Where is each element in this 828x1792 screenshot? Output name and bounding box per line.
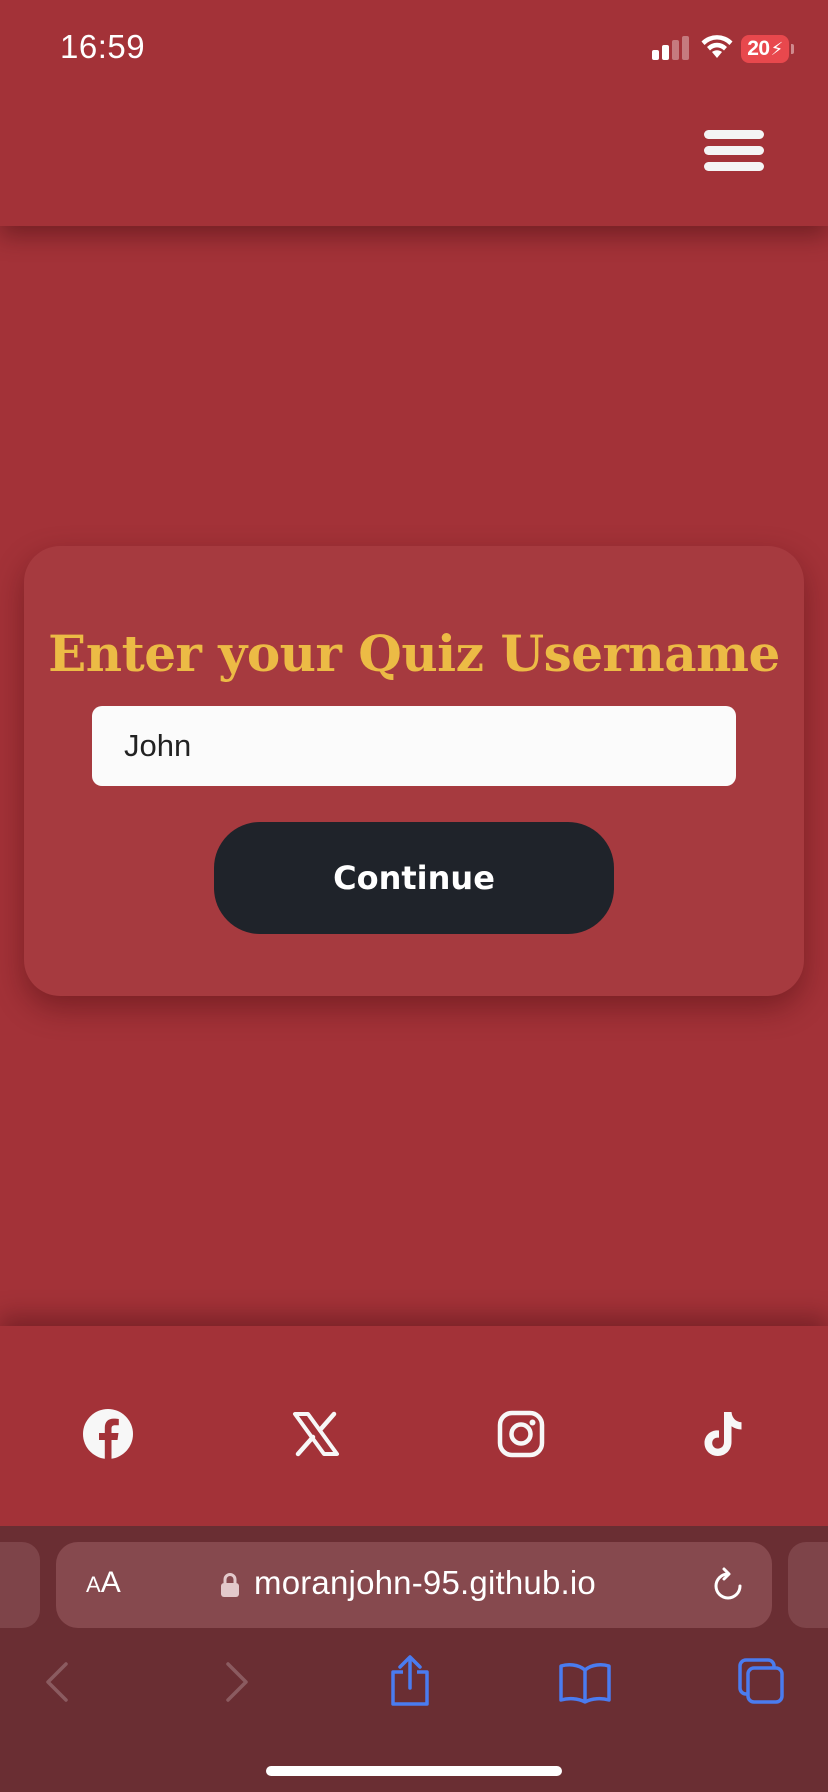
text-size-large: A: [100, 1566, 121, 1599]
signal-icon: [652, 36, 689, 60]
continue-button[interactable]: Continue: [214, 822, 614, 934]
tabs-icon[interactable]: [736, 1656, 786, 1706]
status-time: 16:59: [60, 28, 146, 65]
next-tab-peek[interactable]: [788, 1542, 828, 1628]
address-bar[interactable]: AA moranjohn-95.github.io: [56, 1542, 772, 1628]
text-size-small: A: [86, 1572, 101, 1597]
page-title: Enter your Quiz Username: [48, 624, 780, 683]
battery-nub: [791, 44, 794, 54]
tiktok-icon[interactable]: [693, 1404, 753, 1464]
wifi-icon: [701, 35, 733, 58]
forward-icon[interactable]: [222, 1660, 252, 1704]
url-text: moranjohn-95.github.io: [254, 1564, 596, 1601]
lock-icon: [221, 1573, 239, 1597]
previous-tab-peek[interactable]: [0, 1542, 40, 1628]
battery-level: 20: [747, 37, 770, 60]
battery-charging-icon: 20 ⚡: [741, 35, 789, 63]
browser-toolbar: AA moranjohn-95.github.io: [0, 1526, 828, 1792]
share-icon[interactable]: [388, 1654, 432, 1708]
site-footer: [0, 1326, 828, 1526]
home-indicator: [266, 1766, 562, 1776]
status-bar: 16:59 20 ⚡: [0, 0, 828, 100]
facebook-icon[interactable]: [78, 1404, 138, 1464]
x-icon[interactable]: [286, 1404, 346, 1464]
instagram-icon[interactable]: [491, 1404, 551, 1464]
username-card: Enter your Quiz Username Continue: [24, 546, 804, 996]
username-input[interactable]: [92, 706, 736, 786]
reload-icon[interactable]: [710, 1566, 746, 1604]
hamburger-menu-icon[interactable]: [704, 130, 764, 172]
text-size-button[interactable]: AA: [86, 1566, 121, 1600]
bookmarks-icon[interactable]: [558, 1660, 612, 1704]
back-icon[interactable]: [42, 1660, 72, 1704]
